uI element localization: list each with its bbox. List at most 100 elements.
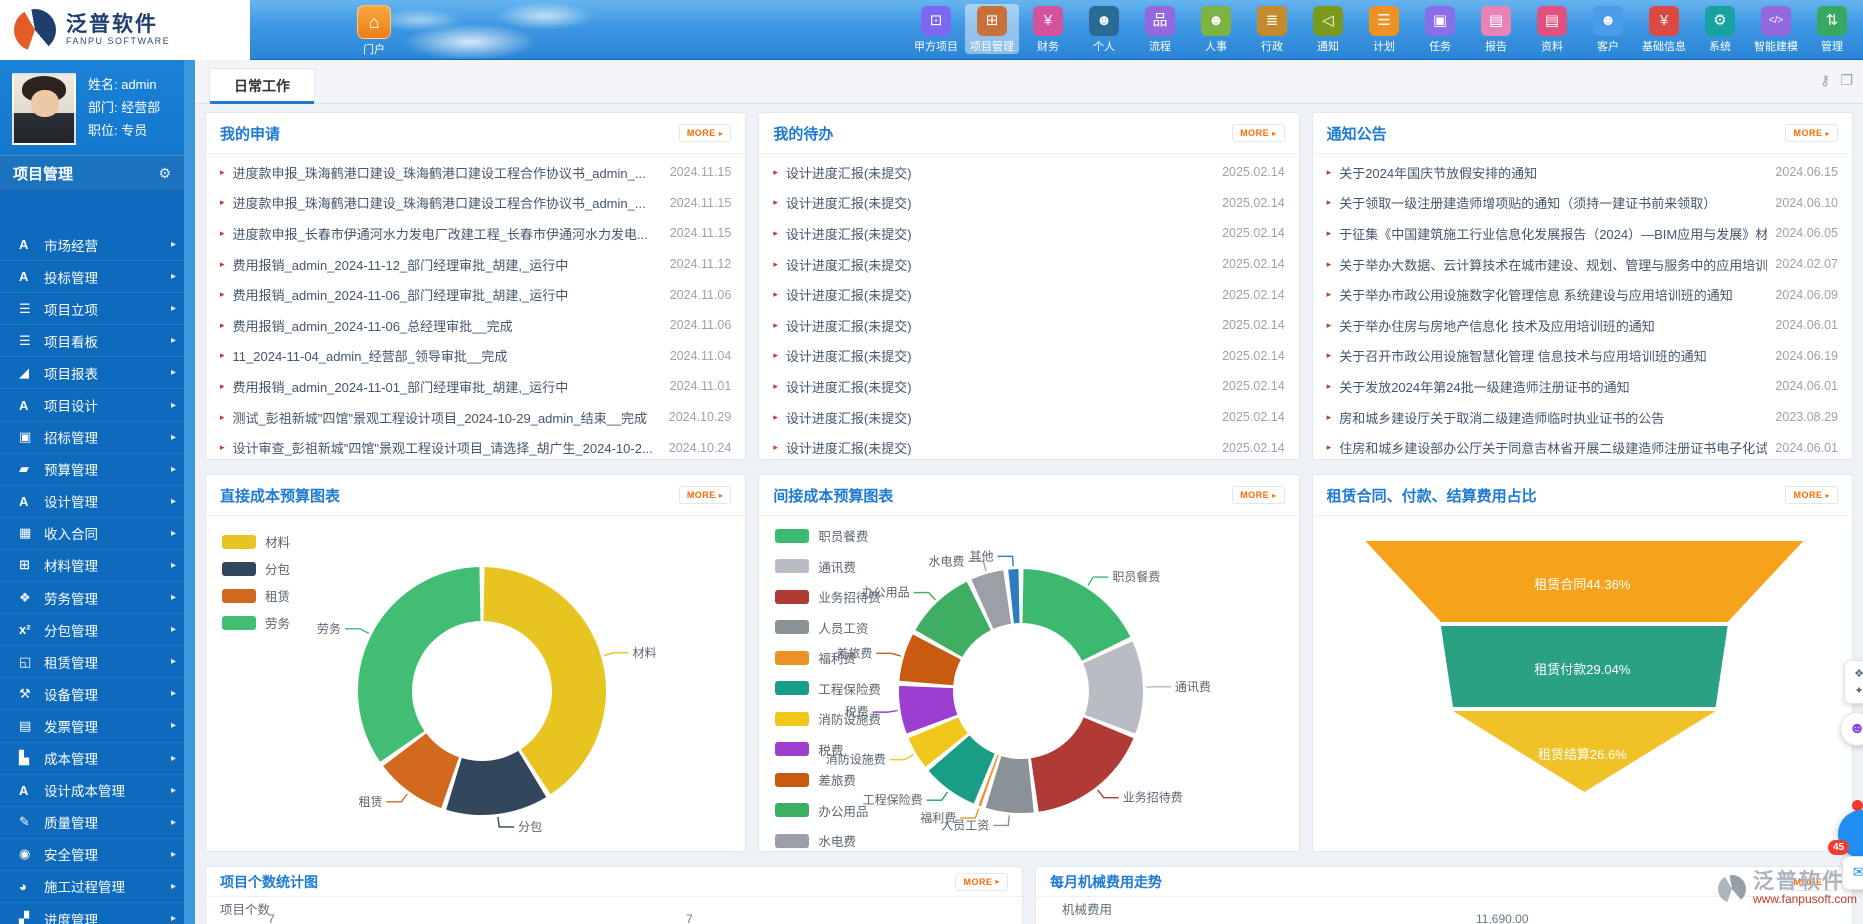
sidebar-item-11[interactable]: ⊞材料管理▸ bbox=[0, 550, 184, 582]
sidebar-item-4[interactable]: ☰项目看板▸ bbox=[0, 325, 184, 357]
list-item[interactable]: ▸关于举办市政公用设施数字化管理信息 系统建设与应用培训班的通知2024.06.… bbox=[1327, 279, 1838, 310]
list-item[interactable]: ▸进度款申报_珠海鹤港口建设_珠海鹤港口建设工程合作协议书_admin_...2… bbox=[220, 157, 731, 188]
donut-segment bbox=[1009, 569, 1020, 623]
sidebar-item-7[interactable]: ▣招标管理▸ bbox=[0, 422, 184, 454]
list-item[interactable]: ▸房和城乡建设厅关于取消二级建造师临时执业证书的公告2023.08.29 bbox=[1327, 402, 1838, 433]
nav-item-13[interactable]: ☻客户 bbox=[1581, 4, 1635, 54]
nav-item-3[interactable]: ¥财务 bbox=[1021, 4, 1075, 54]
list-item[interactable]: ▸关于召开市政公用设施智慧化管理 信息技术与应用培训班的通知2024.06.19 bbox=[1327, 341, 1838, 372]
more-button[interactable]: MORE▸ bbox=[955, 873, 1008, 891]
tab-daily-work[interactable]: 日常工作 bbox=[209, 68, 315, 104]
list-item[interactable]: ▸进度款申报_珠海鹤港口建设_珠海鹤港口建设工程合作协议书_admin_...2… bbox=[220, 188, 731, 219]
callout-label: 职员餐费 bbox=[1113, 569, 1161, 584]
list-item[interactable]: ▸设计审查_彭祖新城"四馆"景观工程设计项目_请选择_胡广生_2024-10-2… bbox=[220, 432, 731, 460]
sidebar-item-21[interactable]: ◕施工过程管理▸ bbox=[0, 871, 184, 903]
sidebar-item-8[interactable]: ▰预算管理▸ bbox=[0, 454, 184, 486]
nav-item-10[interactable]: ▣任务 bbox=[1413, 4, 1467, 54]
sidebar-item-20[interactable]: ◉安全管理▸ bbox=[0, 839, 184, 871]
more-button[interactable]: MORE▸ bbox=[1785, 124, 1838, 142]
nav-item-14[interactable]: ¥基础信息 bbox=[1637, 4, 1691, 54]
list-item[interactable]: ▸设计进度汇报(未提交)2025.02.14 bbox=[773, 157, 1284, 188]
list-item[interactable]: ▸设计进度汇报(未提交)2025.02.14 bbox=[773, 432, 1284, 460]
legend-swatch-icon bbox=[222, 535, 256, 549]
sidebar-item-label: 项目报表 bbox=[44, 363, 98, 383]
sidebar-item-19[interactable]: ✎质量管理▸ bbox=[0, 807, 184, 839]
sidebar-item-13[interactable]: x²分包管理▸ bbox=[0, 614, 184, 646]
list-item[interactable]: ▸住房和城乡建设部办公厅关于同意吉林省开展二级建造师注册证书电子化试点...20… bbox=[1327, 432, 1838, 460]
list-item-date: 2025.02.14 bbox=[1222, 379, 1285, 393]
nav-item-2[interactable]: ⊞项目管理 bbox=[965, 4, 1019, 54]
list-item[interactable]: ▸11_2024-11-04_admin_经营部_领导审批__完成2024.11… bbox=[220, 341, 731, 372]
key-icon[interactable]: ⚷ bbox=[1820, 72, 1830, 89]
sidebar-item-9[interactable]: A设计管理▸ bbox=[0, 486, 184, 518]
list-item[interactable]: ▸设计进度汇报(未提交)2025.02.14 bbox=[773, 371, 1284, 402]
list-item[interactable]: ▸设计进度汇报(未提交)2025.02.14 bbox=[773, 249, 1284, 280]
list-item[interactable]: ▸费用报销_admin_2024-11-06_部门经理审批_胡建,_运行中202… bbox=[220, 279, 731, 310]
nav-item-16[interactable]: </>智能建模 bbox=[1749, 4, 1803, 54]
sidebar-item-22[interactable]: ▞进度管理▸ bbox=[0, 903, 184, 924]
sidebar-item-3[interactable]: ☰项目立项▸ bbox=[0, 293, 184, 325]
gear-icon[interactable]: ⚙ bbox=[158, 165, 171, 182]
message-button[interactable]: ✉ bbox=[1842, 856, 1863, 890]
sidebar-item-16[interactable]: ▤发票管理▸ bbox=[0, 710, 184, 742]
client-projects-icon: ⊡ bbox=[921, 6, 951, 36]
list-item[interactable]: ▸关于领取一级注册建造师增项贴的通知（须持一建证书前来领取）2024.06.10 bbox=[1327, 188, 1838, 219]
sidebar-item-6[interactable]: A项目设计▸ bbox=[0, 389, 184, 421]
list-item[interactable]: ▸关于举办住房与房地产信息化 技术及应用培训班的通知2024.06.01 bbox=[1327, 310, 1838, 341]
floating-consult-button[interactable]: ❖✦ bbox=[1844, 660, 1863, 704]
nav-item-6[interactable]: ☻人事 bbox=[1189, 4, 1243, 54]
sidebar-item-14[interactable]: ◱租赁管理▸ bbox=[0, 646, 184, 678]
chevron-right-icon: ▸ bbox=[171, 432, 176, 443]
list-item-date: 2024.11.12 bbox=[670, 257, 732, 271]
bullet-icon: ▸ bbox=[773, 442, 778, 453]
list-item[interactable]: ▸设计进度汇报(未提交)2025.02.14 bbox=[773, 218, 1284, 249]
more-button[interactable]: MORE▸ bbox=[679, 124, 732, 142]
nav-item-portal[interactable]: ⌂ 门户 bbox=[352, 5, 396, 57]
list-item[interactable]: ▸设计进度汇报(未提交)2025.02.14 bbox=[773, 341, 1284, 372]
sidebar-item-17[interactable]: ▙成本管理▸ bbox=[0, 743, 184, 775]
list-item[interactable]: ▸设计进度汇报(未提交)2025.02.14 bbox=[773, 279, 1284, 310]
list-item[interactable]: ▸设计进度汇报(未提交)2025.02.14 bbox=[773, 310, 1284, 341]
sidebar-item-label: 招标管理 bbox=[44, 427, 98, 447]
nav-item-5[interactable]: 品流程 bbox=[1133, 4, 1187, 54]
nav-item-17[interactable]: ⇅管理 bbox=[1805, 4, 1859, 54]
list-item[interactable]: ▸费用报销_admin_2024-11-06_总经理审批__完成2024.11.… bbox=[220, 310, 731, 341]
nav-item-12[interactable]: ▤资料 bbox=[1525, 4, 1579, 54]
more-button[interactable]: MORE▸ bbox=[1232, 486, 1285, 504]
list-item[interactable]: ▸设计进度汇报(未提交)2025.02.14 bbox=[773, 402, 1284, 433]
list-item[interactable]: ▸费用报销_admin_2024-11-12_部门经理审批_胡建,_运行中202… bbox=[220, 249, 731, 280]
sidebar-item-2[interactable]: A投标管理▸ bbox=[0, 261, 184, 293]
nav-item-7[interactable]: ≣行政 bbox=[1245, 4, 1299, 54]
nav-item-label: 报告 bbox=[1469, 38, 1523, 54]
fullscreen-icon[interactable]: ❒ bbox=[1840, 72, 1853, 89]
sidebar-item-18[interactable]: A设计成本管理▸ bbox=[0, 775, 184, 807]
list-item[interactable]: ▸测试_彭祖新城"四馆"景观工程设计项目_2024-10-29_admin_结束… bbox=[220, 402, 731, 433]
list-item[interactable]: ▸进度款申报_长春市伊通河水力发电厂改建工程_长春市伊通河水力发电...2024… bbox=[220, 218, 731, 249]
nav-item-1[interactable]: ⊡甲方项目 bbox=[909, 4, 963, 54]
more-button[interactable]: MORE▸ bbox=[1785, 486, 1838, 504]
sidebar-item-15[interactable]: ⚒设备管理▸ bbox=[0, 678, 184, 710]
sidebar-item-1[interactable]: A市场经营▸ bbox=[0, 229, 184, 261]
base-info-icon: ¥ bbox=[1649, 6, 1679, 36]
nav-item-4[interactable]: ☻个人 bbox=[1077, 4, 1131, 54]
list-item[interactable]: ▸费用报销_admin_2024-11-01_部门经理审批_胡建,_运行中202… bbox=[220, 371, 731, 402]
nav-item-9[interactable]: ☰计划 bbox=[1357, 4, 1411, 54]
sidebar-item-12[interactable]: ❖劳务管理▸ bbox=[0, 582, 184, 614]
nav-item-11[interactable]: ▤报告 bbox=[1469, 4, 1523, 54]
chevron-right-icon: ▸ bbox=[1825, 491, 1830, 500]
sidebar-item-5[interactable]: ◢项目报表▸ bbox=[0, 357, 184, 389]
list-item[interactable]: ▸于征集《中国建筑施工行业信息化发展报告（2024）—BIM应用与发展》材料..… bbox=[1327, 218, 1838, 249]
list-item[interactable]: ▸关于2024年国庆节放假安排的通知2024.06.15 bbox=[1327, 157, 1838, 188]
more-button[interactable]: MORE▸ bbox=[679, 486, 732, 504]
list-item[interactable]: ▸设计进度汇报(未提交)2025.02.14 bbox=[773, 188, 1284, 219]
nav-item-15[interactable]: ⚙系统 bbox=[1693, 4, 1747, 54]
nav-item-8[interactable]: ◁通知 bbox=[1301, 4, 1355, 54]
more-button[interactable]: MORE▸ bbox=[1232, 124, 1285, 142]
list-item-date: 2024.06.15 bbox=[1775, 165, 1838, 179]
callout-line bbox=[927, 792, 948, 800]
bullet-icon: ▸ bbox=[1327, 289, 1332, 300]
list-item-date: 2025.02.14 bbox=[1222, 441, 1285, 455]
list-item[interactable]: ▸关于发放2024年第24批一级建造师注册证书的通知2024.06.01 bbox=[1327, 371, 1838, 402]
sidebar-item-10[interactable]: ▦收入合同▸ bbox=[0, 518, 184, 550]
list-item[interactable]: ▸关于举办大数据、云计算技术在城市建设、规划、管理与服务中的应用培训班...20… bbox=[1327, 249, 1838, 280]
